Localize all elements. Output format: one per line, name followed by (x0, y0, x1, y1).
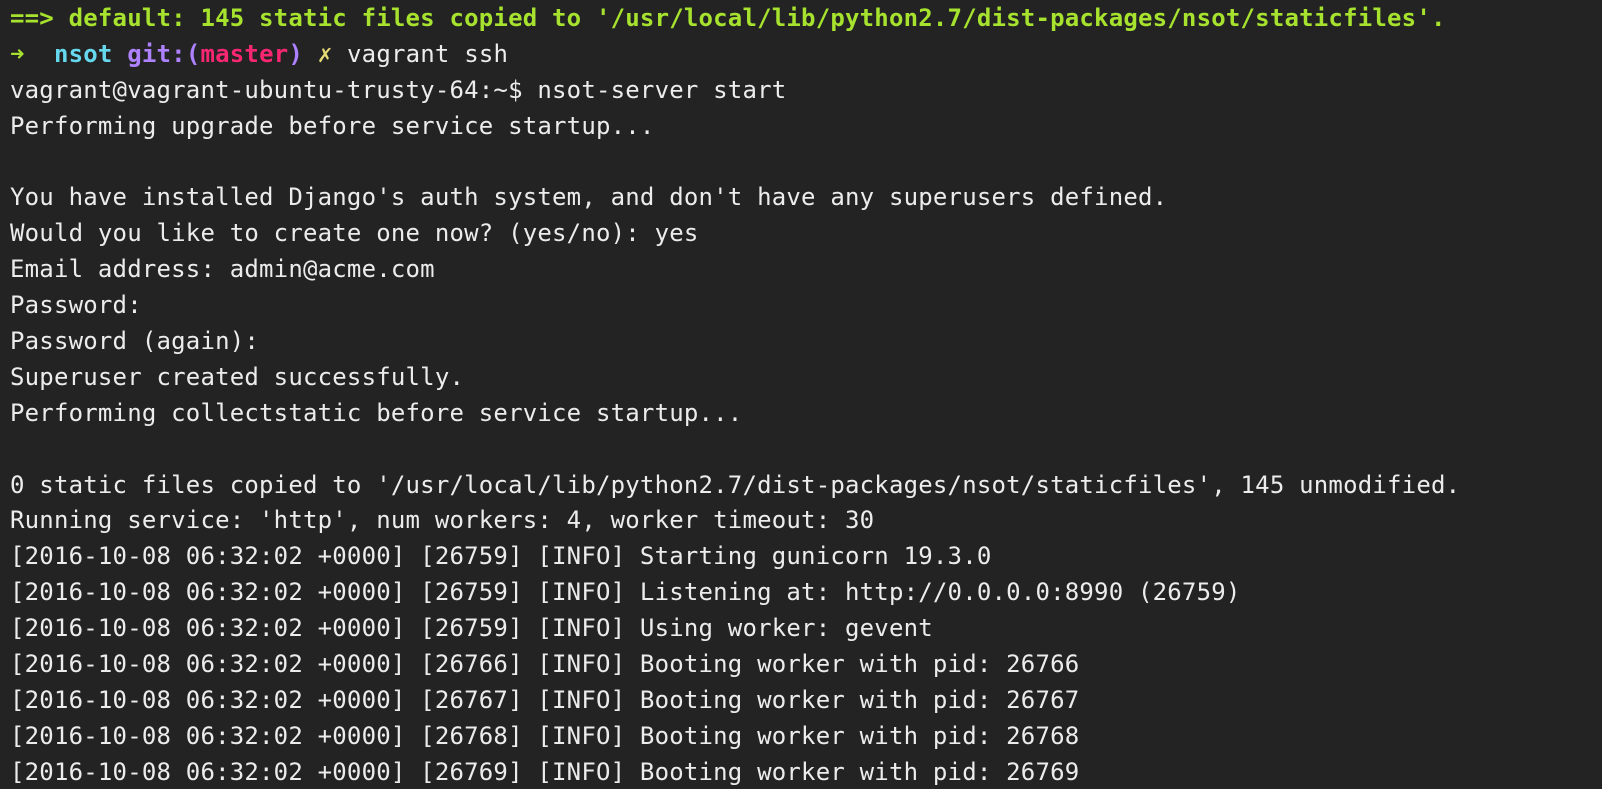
output-line: [2016-10-08 06:32:02 +0000] [26768] [INF… (10, 721, 1080, 750)
output-line: Would you like to create one now? (yes/n… (10, 219, 699, 248)
output-line: Running service: 'http', num workers: 4,… (10, 506, 875, 535)
git-dirty-icon: ✗ (317, 39, 333, 68)
output-line: Email address: admin@acme.com (10, 255, 435, 284)
prompt-command: vagrant ssh (347, 39, 509, 68)
output-line: Performing upgrade before service startu… (10, 111, 655, 140)
shell-prompt-line: vagrant@vagrant-ubuntu-trusty-64:~$ nsot… (10, 75, 787, 104)
output-line: Password: (10, 291, 157, 320)
prompt-arrow-icon: ➜ (10, 39, 25, 68)
git-prefix: git:( (127, 39, 201, 68)
git-branch: master (200, 39, 289, 68)
zsh-prompt-line: ➜ nsot git:(master) ✗ vagrant ssh (10, 37, 1602, 73)
output-line: [2016-10-08 06:32:02 +0000] [26759] [INF… (10, 614, 933, 643)
output-line: [2016-10-08 06:32:02 +0000] [26766] [INF… (10, 650, 1080, 679)
output-line: Performing collectstatic before service … (10, 398, 743, 427)
output-line: [2016-10-08 06:32:02 +0000] [26759] [INF… (10, 542, 992, 571)
output-line: 0 static files copied to '/usr/local/lib… (10, 470, 1461, 499)
output-line: Superuser created successfully. (10, 362, 465, 391)
output-line: You have installed Django's auth system,… (10, 183, 1168, 212)
prompt-directory: nsot (53, 39, 113, 68)
output-line: [2016-10-08 06:32:02 +0000] [26759] [INF… (10, 578, 1241, 607)
output-line: Password (again): (10, 327, 274, 356)
terminal-output: ==> default: 145 static files copied to … (10, 1, 1602, 789)
vagrant-output-line: ==> default: 145 static files copied to … (10, 4, 1446, 32)
output-line: [2016-10-08 06:32:02 +0000] [26767] [INF… (10, 685, 1080, 714)
git-suffix: ) (288, 39, 304, 68)
terminal-window[interactable]: ==> default: 145 static files copied to … (0, 0, 1602, 789)
output-line: [2016-10-08 06:32:02 +0000] [26769] [INF… (10, 757, 1080, 786)
